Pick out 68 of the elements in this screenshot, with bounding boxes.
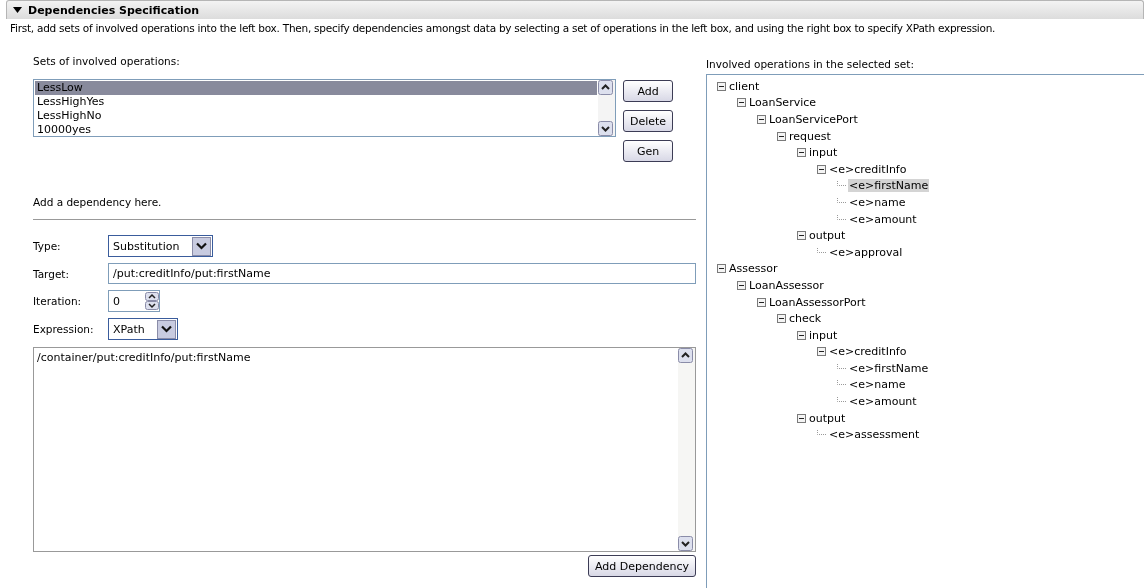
tree-item[interactable]: LoanService — [748, 96, 818, 110]
tree-item[interactable]: request — [788, 129, 832, 143]
collapse-icon[interactable] — [737, 280, 746, 290]
list-item[interactable]: LessHighNo — [35, 109, 597, 123]
tree-item[interactable]: <e>name — [848, 195, 907, 209]
collapse-icon[interactable] — [777, 314, 786, 324]
iteration-spinner[interactable]: 0 — [108, 290, 160, 312]
collapse-icon[interactable] — [737, 98, 746, 108]
tree-item[interactable]: <e>firstName — [848, 361, 930, 375]
collapse-icon[interactable] — [777, 131, 786, 141]
tree-item[interactable]: <e>approval — [828, 245, 904, 259]
scroll-down-icon[interactable] — [598, 121, 613, 136]
tree-item[interactable]: LoanAssessorPort — [768, 295, 867, 309]
collapse-icon[interactable] — [797, 231, 806, 241]
tree-item[interactable]: input — [808, 146, 839, 160]
target-field[interactable]: /put:creditInfo/put:firstName — [108, 263, 696, 284]
tree-item[interactable]: check — [788, 312, 823, 326]
list-item[interactable]: LessLow — [35, 81, 597, 95]
list-item[interactable]: 10000yes — [35, 123, 597, 136]
spinner-arrows-icon[interactable] — [145, 292, 159, 310]
type-dropdown[interactable]: Substitution — [108, 235, 213, 257]
tree-item[interactable]: <e>creditInfo — [828, 345, 908, 359]
sets-list[interactable]: LessLow LessHighYes LessHighNo 10000yes — [33, 79, 616, 137]
collapse-icon[interactable] — [797, 148, 806, 158]
tree-item[interactable]: <e>creditInfo — [828, 162, 908, 176]
tree-item[interactable]: <e>name — [848, 378, 907, 392]
scrollbar[interactable] — [598, 80, 615, 136]
scroll-up-icon[interactable] — [678, 348, 693, 363]
iteration-label: Iteration: — [33, 295, 83, 307]
collapse-icon[interactable] — [757, 297, 766, 307]
list-item[interactable]: LessHighYes — [35, 95, 597, 109]
tree-item[interactable]: <e>firstName — [848, 179, 930, 193]
operations-label: Involved operations in the selected set: — [706, 58, 915, 70]
action-button[interactable]: Gen — [623, 140, 674, 162]
collapse-icon[interactable] — [797, 330, 806, 340]
section-title: Dependencies Specification — [28, 3, 200, 17]
collapse-icon[interactable] — [797, 413, 806, 423]
expression-dropdown[interactable]: XPath — [108, 318, 178, 340]
expression-label: Expression: — [33, 323, 95, 335]
collapse-icon[interactable] — [817, 164, 826, 174]
action-button[interactable]: Delete — [623, 110, 674, 132]
collapse-icon[interactable] — [717, 264, 726, 274]
tree-item[interactable]: <e>assessment — [828, 428, 921, 442]
tree-item[interactable]: Assessor — [728, 262, 779, 276]
tree-item[interactable]: input — [808, 328, 839, 342]
tree-item[interactable]: output — [808, 229, 847, 243]
scroll-up-icon[interactable] — [598, 80, 613, 95]
collapse-icon[interactable] — [757, 115, 766, 124]
expression-editor[interactable]: /container/put:creditInfo/put:firstName — [33, 347, 696, 552]
collapse-icon[interactable] — [717, 81, 726, 91]
section-header[interactable]: Dependencies Specification — [6, 0, 1144, 19]
target-label: Target: — [33, 267, 71, 280]
collapse-icon[interactable] — [817, 347, 826, 357]
add-dependency-button[interactable]: Add Dependency — [587, 555, 696, 577]
tree-item[interactable]: LoanServicePort — [768, 113, 859, 126]
type-label: Type: — [33, 240, 62, 252]
tree-item[interactable]: output — [808, 411, 847, 425]
tree-item[interactable]: client — [728, 79, 761, 93]
action-button[interactable]: Add — [623, 80, 674, 102]
instructions-text: First, add sets of involved operations into the left box. Then, specify dependencies amongst data by selecting a set of operations in the left box, and using the right box to specify XPath expression. — [10, 22, 997, 34]
chevron-down-icon — [161, 325, 172, 333]
dependency-heading: Add a dependency here. — [33, 196, 162, 208]
scroll-down-icon[interactable] — [678, 536, 693, 551]
tree-item[interactable]: <e>amount — [848, 212, 918, 226]
tree-item[interactable]: LoanAssessor — [748, 278, 825, 292]
chevron-down-icon — [196, 242, 207, 250]
tree-item[interactable]: <e>amount — [848, 395, 918, 409]
sets-label: Sets of involved operations: — [33, 55, 180, 67]
